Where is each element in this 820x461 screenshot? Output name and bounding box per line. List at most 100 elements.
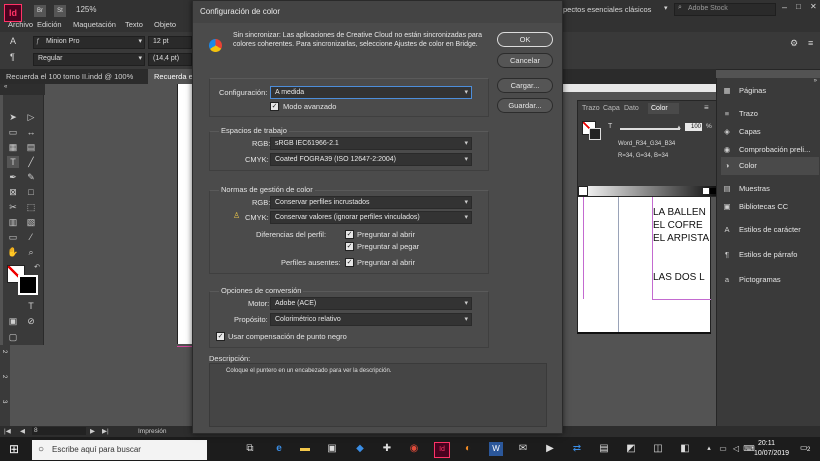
edge-browser-icon[interactable]: e (272, 442, 286, 456)
policy-rgb-select[interactable]: Conservar perfiles incrustados ▾ (270, 196, 472, 209)
scissors-tool-icon[interactable]: ✂ (7, 201, 19, 213)
swap-colors-icon[interactable]: ↶ (31, 262, 43, 274)
panel-options-icon[interactable]: ⚙ (790, 38, 798, 49)
app-icon[interactable]: ▤ (597, 442, 611, 456)
panel-item-pages[interactable]: ▦ Páginas (721, 82, 819, 100)
panel-item-glyphs[interactable]: a Pictogramas (721, 271, 819, 289)
chrome-icon[interactable]: ◉ (407, 442, 421, 456)
formatting-container-icon[interactable]: ▣ (7, 315, 19, 327)
none-swatch[interactable] (578, 186, 588, 196)
leading-field[interactable]: (14,4 pt) (148, 53, 192, 66)
ask-when-opening-checkbox[interactable]: ✓ (345, 230, 354, 239)
font-style-select[interactable]: Regular ▾ (33, 53, 145, 66)
save-button[interactable]: Guardar... (497, 98, 553, 113)
panel-item-layers[interactable]: ◈ Capas (721, 123, 819, 141)
apply-none-icon[interactable]: ⊘ (25, 315, 37, 327)
app-icon[interactable]: ◩ (624, 442, 638, 456)
font-family-select[interactable]: ƒ Minion Pro ▾ (33, 36, 145, 49)
minimize-icon[interactable]: – (782, 2, 787, 12)
workspace-switcher[interactable]: pectos esenciales clásicos (563, 5, 651, 14)
network-icon[interactable]: ▭ (716, 442, 730, 456)
windows-start-icon[interactable]: ⊞ (9, 443, 22, 456)
screen-mode-icon[interactable]: ▢ (7, 331, 19, 343)
teamviewer-icon[interactable]: ⇄ (570, 442, 584, 456)
direct-selection-tool-icon[interactable]: ▷ (25, 111, 37, 123)
cmyk-working-space-select[interactable]: Coated FOGRA39 (ISO 12647-2:2004) ▾ (270, 153, 472, 166)
panel-item-cc-libraries[interactable]: ▣ Bibliotecas CC (721, 198, 819, 216)
app-icon[interactable]: ◫ (651, 442, 665, 456)
page-tool-icon[interactable]: ▭ (7, 126, 19, 138)
stroke-swatch[interactable] (18, 275, 38, 295)
menu-texto[interactable]: Texto (125, 20, 143, 29)
taskbar-search-input[interactable]: ○ Escribe aquí para buscar (32, 440, 207, 460)
selection-tool-icon[interactable]: ➤ (7, 111, 19, 123)
menu-archivo[interactable]: Archivo (8, 20, 33, 29)
white-swatch[interactable] (703, 188, 709, 194)
mode-label[interactable]: Impresión (138, 426, 167, 437)
panel-item-character-styles[interactable]: A Estilos de carácter (721, 221, 819, 239)
dropbox-icon[interactable]: ◆ (353, 442, 367, 456)
menu-maquetacion[interactable]: Maquetación (73, 20, 116, 29)
black-point-checkbox[interactable]: ✓ (216, 332, 225, 341)
page-first-icon[interactable]: |◀ (4, 426, 11, 437)
clock-date[interactable]: 10/07/2019 (754, 450, 789, 457)
panel-item-color[interactable]: ◑ Color (721, 157, 819, 175)
close-icon[interactable]: ✕ (810, 2, 817, 11)
missing-ask-opening-checkbox[interactable]: ✓ (345, 258, 354, 267)
menu-objeto[interactable]: Objeto (154, 20, 176, 29)
ok-button[interactable]: OK (497, 32, 553, 47)
panel-menu-icon[interactable]: ≡ (704, 103, 709, 112)
collapse-arrows-icon[interactable]: « (4, 84, 7, 90)
panel-tab-data[interactable]: Dato (624, 105, 639, 112)
panel-item-stroke[interactable]: ≡ Trazo (721, 105, 819, 123)
page-number-field[interactable]: 8 (32, 427, 86, 435)
font-size-field[interactable]: 12 pt (148, 36, 192, 49)
policy-cmyk-select[interactable]: Conservar valores (ignorar perfiles vinc… (270, 211, 472, 224)
content-placer-icon[interactable]: ▤ (25, 141, 37, 153)
clock-time[interactable]: 20:11 (758, 440, 775, 447)
note-tool-icon[interactable]: ▭ (7, 231, 19, 243)
panel-menu-icon[interactable]: ≡ (808, 38, 813, 48)
pencil-tool-icon[interactable]: ✎ (25, 171, 37, 183)
zoom-level[interactable]: 125% (76, 5, 96, 14)
hand-tool-icon[interactable]: ✋ (7, 246, 19, 258)
stroke-small-swatch[interactable] (589, 128, 601, 140)
firefox-icon[interactable]: ◐ (461, 442, 475, 456)
page-last-icon[interactable]: ▶| (102, 426, 109, 437)
volume-icon[interactable]: ◁ (729, 442, 743, 456)
line-tool-icon[interactable]: ╱ (25, 156, 37, 168)
stock-icon[interactable]: St (54, 5, 66, 17)
workspace-chevron-icon[interactable]: ▾ (664, 4, 668, 12)
paragraph-format-icon[interactable]: ¶ (10, 52, 15, 62)
panel-item-paragraph-styles[interactable]: ¶ Estilos de párrafo (721, 246, 819, 264)
indesign-taskbar-icon[interactable]: Id (434, 442, 450, 458)
tint-value-field[interactable]: 100 (685, 123, 702, 131)
type-tool-icon[interactable]: T (7, 156, 19, 168)
panel-tab-stroke[interactable]: Trazo (582, 105, 600, 112)
engine-select[interactable]: Adobe (ACE) ▾ (270, 297, 472, 310)
word-icon[interactable]: W (489, 442, 503, 456)
content-collector-icon[interactable]: ▦ (7, 141, 19, 153)
cancel-button[interactable]: Cancelar (497, 53, 553, 68)
gap-tool-icon[interactable]: ↔ (25, 126, 37, 138)
stock-search-field[interactable]: ⌕ Adobe Stock (674, 3, 776, 16)
load-button[interactable]: Cargar... (497, 78, 553, 93)
mail-icon[interactable]: ✉ (516, 442, 530, 456)
gradient-feather-icon[interactable]: ▧ (25, 216, 37, 228)
file-explorer-icon[interactable]: ▬ (298, 442, 312, 456)
panel-tab-layers[interactable]: Capa (603, 105, 620, 112)
task-view-icon[interactable]: ⧉ (243, 442, 257, 456)
media-player-icon[interactable]: ▶ (543, 442, 557, 456)
tray-chevron-icon[interactable]: ▴ (702, 442, 716, 456)
pen-tool-icon[interactable]: ✒ (7, 171, 19, 183)
app-icon[interactable]: ✚ (380, 442, 394, 456)
page-next-icon[interactable]: ▶ (90, 426, 95, 437)
menu-edicion[interactable]: Edición (37, 20, 62, 29)
page-prev-icon[interactable]: ◀ (20, 426, 25, 437)
maximize-icon[interactable]: □ (796, 2, 801, 11)
zoom-tool-icon[interactable]: ⌕ (25, 246, 37, 258)
gradient-tool-icon[interactable]: ▥ (7, 216, 19, 228)
document-tab-1[interactable]: Recuerda el 100 tomo II.indd @ 100% (0, 69, 146, 84)
panel-item-swatches[interactable]: ▤ Muestras (721, 180, 819, 198)
ask-when-pasting-checkbox[interactable]: ✓ (345, 242, 354, 251)
